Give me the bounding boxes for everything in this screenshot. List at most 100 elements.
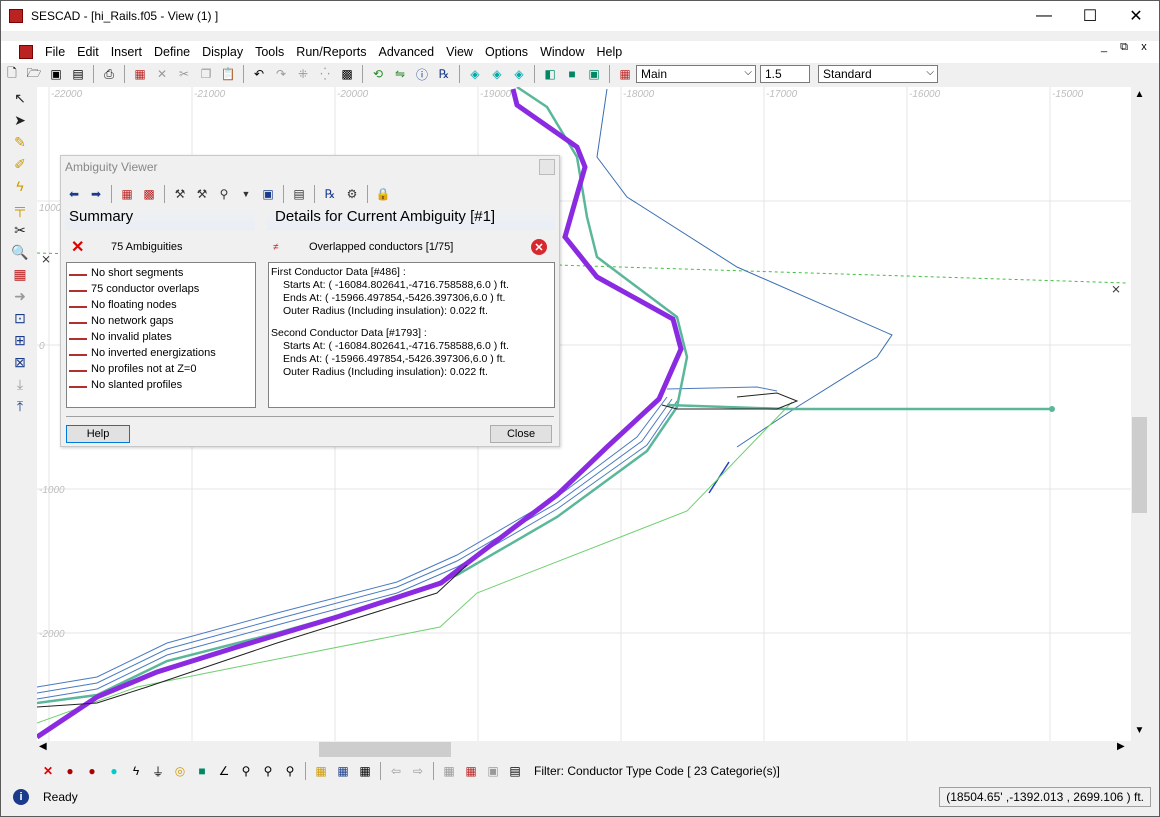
summary-list[interactable]: No short segments 75 conductor overlaps … [66,262,256,408]
angle-icon[interactable]: ∠ [215,762,233,780]
view-outline-icon[interactable]: ▣ [585,65,603,83]
chevron-down-icon[interactable]: ▼ [237,185,255,203]
pointer-icon[interactable]: ➤ [9,109,31,131]
app-icon[interactable] [9,9,23,23]
filter-icon[interactable]: ▦ [462,762,480,780]
ground-icon[interactable]: ⏚ [149,762,167,780]
dialog-close-button[interactable] [539,159,555,175]
view-3d-icon[interactable]: ◧ [541,65,559,83]
select-icon[interactable]: ▦ [131,65,149,83]
close-button[interactable]: Close [490,425,552,443]
find-icon[interactable]: ⚲ [237,762,255,780]
menu-window[interactable]: Window [534,45,590,59]
move-icon[interactable]: ➜ [9,285,31,307]
mdi-restore-button[interactable]: ⧉ [1117,41,1131,54]
tower-icon[interactable]: ╤ [9,197,31,219]
group-icon[interactable]: ⁜ [294,65,312,83]
lock-icon[interactable]: 🔒 [374,185,392,203]
view-top-icon[interactable]: ◈ [510,65,528,83]
list-item[interactable]: No network gaps [69,313,253,329]
find-all-icon[interactable]: ⚲ [281,762,299,780]
zoom-icon[interactable]: 🔍 [9,241,31,263]
info-icon[interactable]: ⓘ [413,65,431,83]
previous-icon[interactable]: ⬅ [65,185,83,203]
list-item[interactable]: 75 conductor overlaps [69,281,253,297]
horizontal-scrollbar[interactable]: ◀ ▶ [37,741,1131,758]
save-all-icon[interactable]: ▤ [69,65,87,83]
menu-insert[interactable]: Insert [105,45,148,59]
menu-options[interactable]: Options [479,45,534,59]
circle-icon[interactable]: ● [105,762,123,780]
scroll-down-icon[interactable]: ▼ [1131,725,1148,736]
mirror-icon[interactable]: ⇋ [391,65,409,83]
zoom-window-icon[interactable]: ⊠ [9,351,31,373]
menu-file[interactable]: File [39,45,71,59]
grid-blue-icon[interactable]: ▦ [334,762,352,780]
view-icon[interactable]: ▣ [259,185,277,203]
menu-view[interactable]: View [440,45,479,59]
box-icon[interactable]: ■ [193,762,211,780]
cut-icon[interactable]: ✂ [175,65,193,83]
paste-icon[interactable]: 📋 [219,65,237,83]
prescription-icon[interactable]: ℞ [435,65,453,83]
delete-icon[interactable]: ✕ [153,65,171,83]
menu-run-reports[interactable]: Run/Reports [290,45,372,59]
fix-icon[interactable]: ⚒ [171,185,189,203]
properties-icon[interactable]: ▣ [484,762,502,780]
forward-icon[interactable]: ⇨ [409,762,427,780]
lightning-icon[interactable]: ϟ [9,175,31,197]
record-icon[interactable]: ● [61,762,79,780]
settings-icon[interactable]: ⚙ [343,185,361,203]
palette-icon[interactable]: ▦ [9,263,31,285]
list-item[interactable]: No inverted energizations [69,345,253,361]
menu-help[interactable]: Help [591,45,629,59]
scroll-left-icon[interactable]: ◀ [39,741,47,752]
mdi-minimize-button[interactable]: _ [1097,41,1111,54]
help-button[interactable]: Help [66,425,130,443]
menu-advanced[interactable]: Advanced [372,45,440,59]
scroll-right-icon[interactable]: ▶ [1117,741,1125,752]
stop-icon[interactable]: ● [83,762,101,780]
list-item[interactable]: No profiles not at Z=0 [69,361,253,377]
style-select[interactable]: Standard ⌵ [818,65,938,83]
table-icon[interactable]: ▦ [356,762,374,780]
vertical-scroll-thumb[interactable] [1132,417,1147,513]
energize-icon[interactable]: ϟ [127,762,145,780]
target-icon[interactable]: ◎ [171,762,189,780]
pencil-icon[interactable]: ✎ [9,131,31,153]
prescription-icon[interactable]: ℞ [321,185,339,203]
fit-selection-icon[interactable]: ⊞ [9,329,31,351]
report-icon[interactable]: ▤ [290,185,308,203]
maximize-button[interactable]: ☐ [1067,1,1113,31]
back-icon[interactable]: ⇦ [387,762,405,780]
scroll-up-icon[interactable]: ▲ [1131,89,1148,100]
horizontal-scroll-thumb[interactable] [319,742,451,757]
view-side-icon[interactable]: ◈ [488,65,506,83]
print-icon[interactable]: ⎙ [100,65,118,83]
open-folder-icon[interactable]: 🗁 [25,65,43,83]
menu-define[interactable]: Define [148,45,196,59]
rotate-icon[interactable]: ⟲ [369,65,387,83]
menu-tools[interactable]: Tools [249,45,290,59]
redo-icon[interactable]: ↷ [272,65,290,83]
pan-up-icon[interactable]: ⤒ [9,395,31,417]
list-item[interactable]: No floating nodes [69,297,253,313]
filter-group-icon[interactable]: ▦ [440,762,458,780]
document-icon[interactable] [19,45,33,59]
frame-icon[interactable]: ▩ [338,65,356,83]
select-all-ambiguities-icon[interactable]: ▩ [140,185,158,203]
value-field[interactable]: 1.5 [760,65,810,83]
scissors-icon[interactable]: ✂ [9,219,31,241]
grid-icon[interactable]: ▦ [312,762,330,780]
brush-icon[interactable]: ✐ [9,153,31,175]
select-ambiguity-icon[interactable]: ▦ [118,185,136,203]
find-next-icon[interactable]: ⚲ [259,762,277,780]
next-icon[interactable]: ➡ [87,185,105,203]
ungroup-icon[interactable]: ⁛ [316,65,334,83]
list-item[interactable]: No short segments [69,265,253,281]
save-icon[interactable]: ▣ [47,65,65,83]
pan-down-icon[interactable]: ⤓ [9,373,31,395]
list-item[interactable]: No invalid plates [69,329,253,345]
fit-view-icon[interactable]: ⊡ [9,307,31,329]
new-file-icon[interactable]: 🗋 [3,65,21,83]
